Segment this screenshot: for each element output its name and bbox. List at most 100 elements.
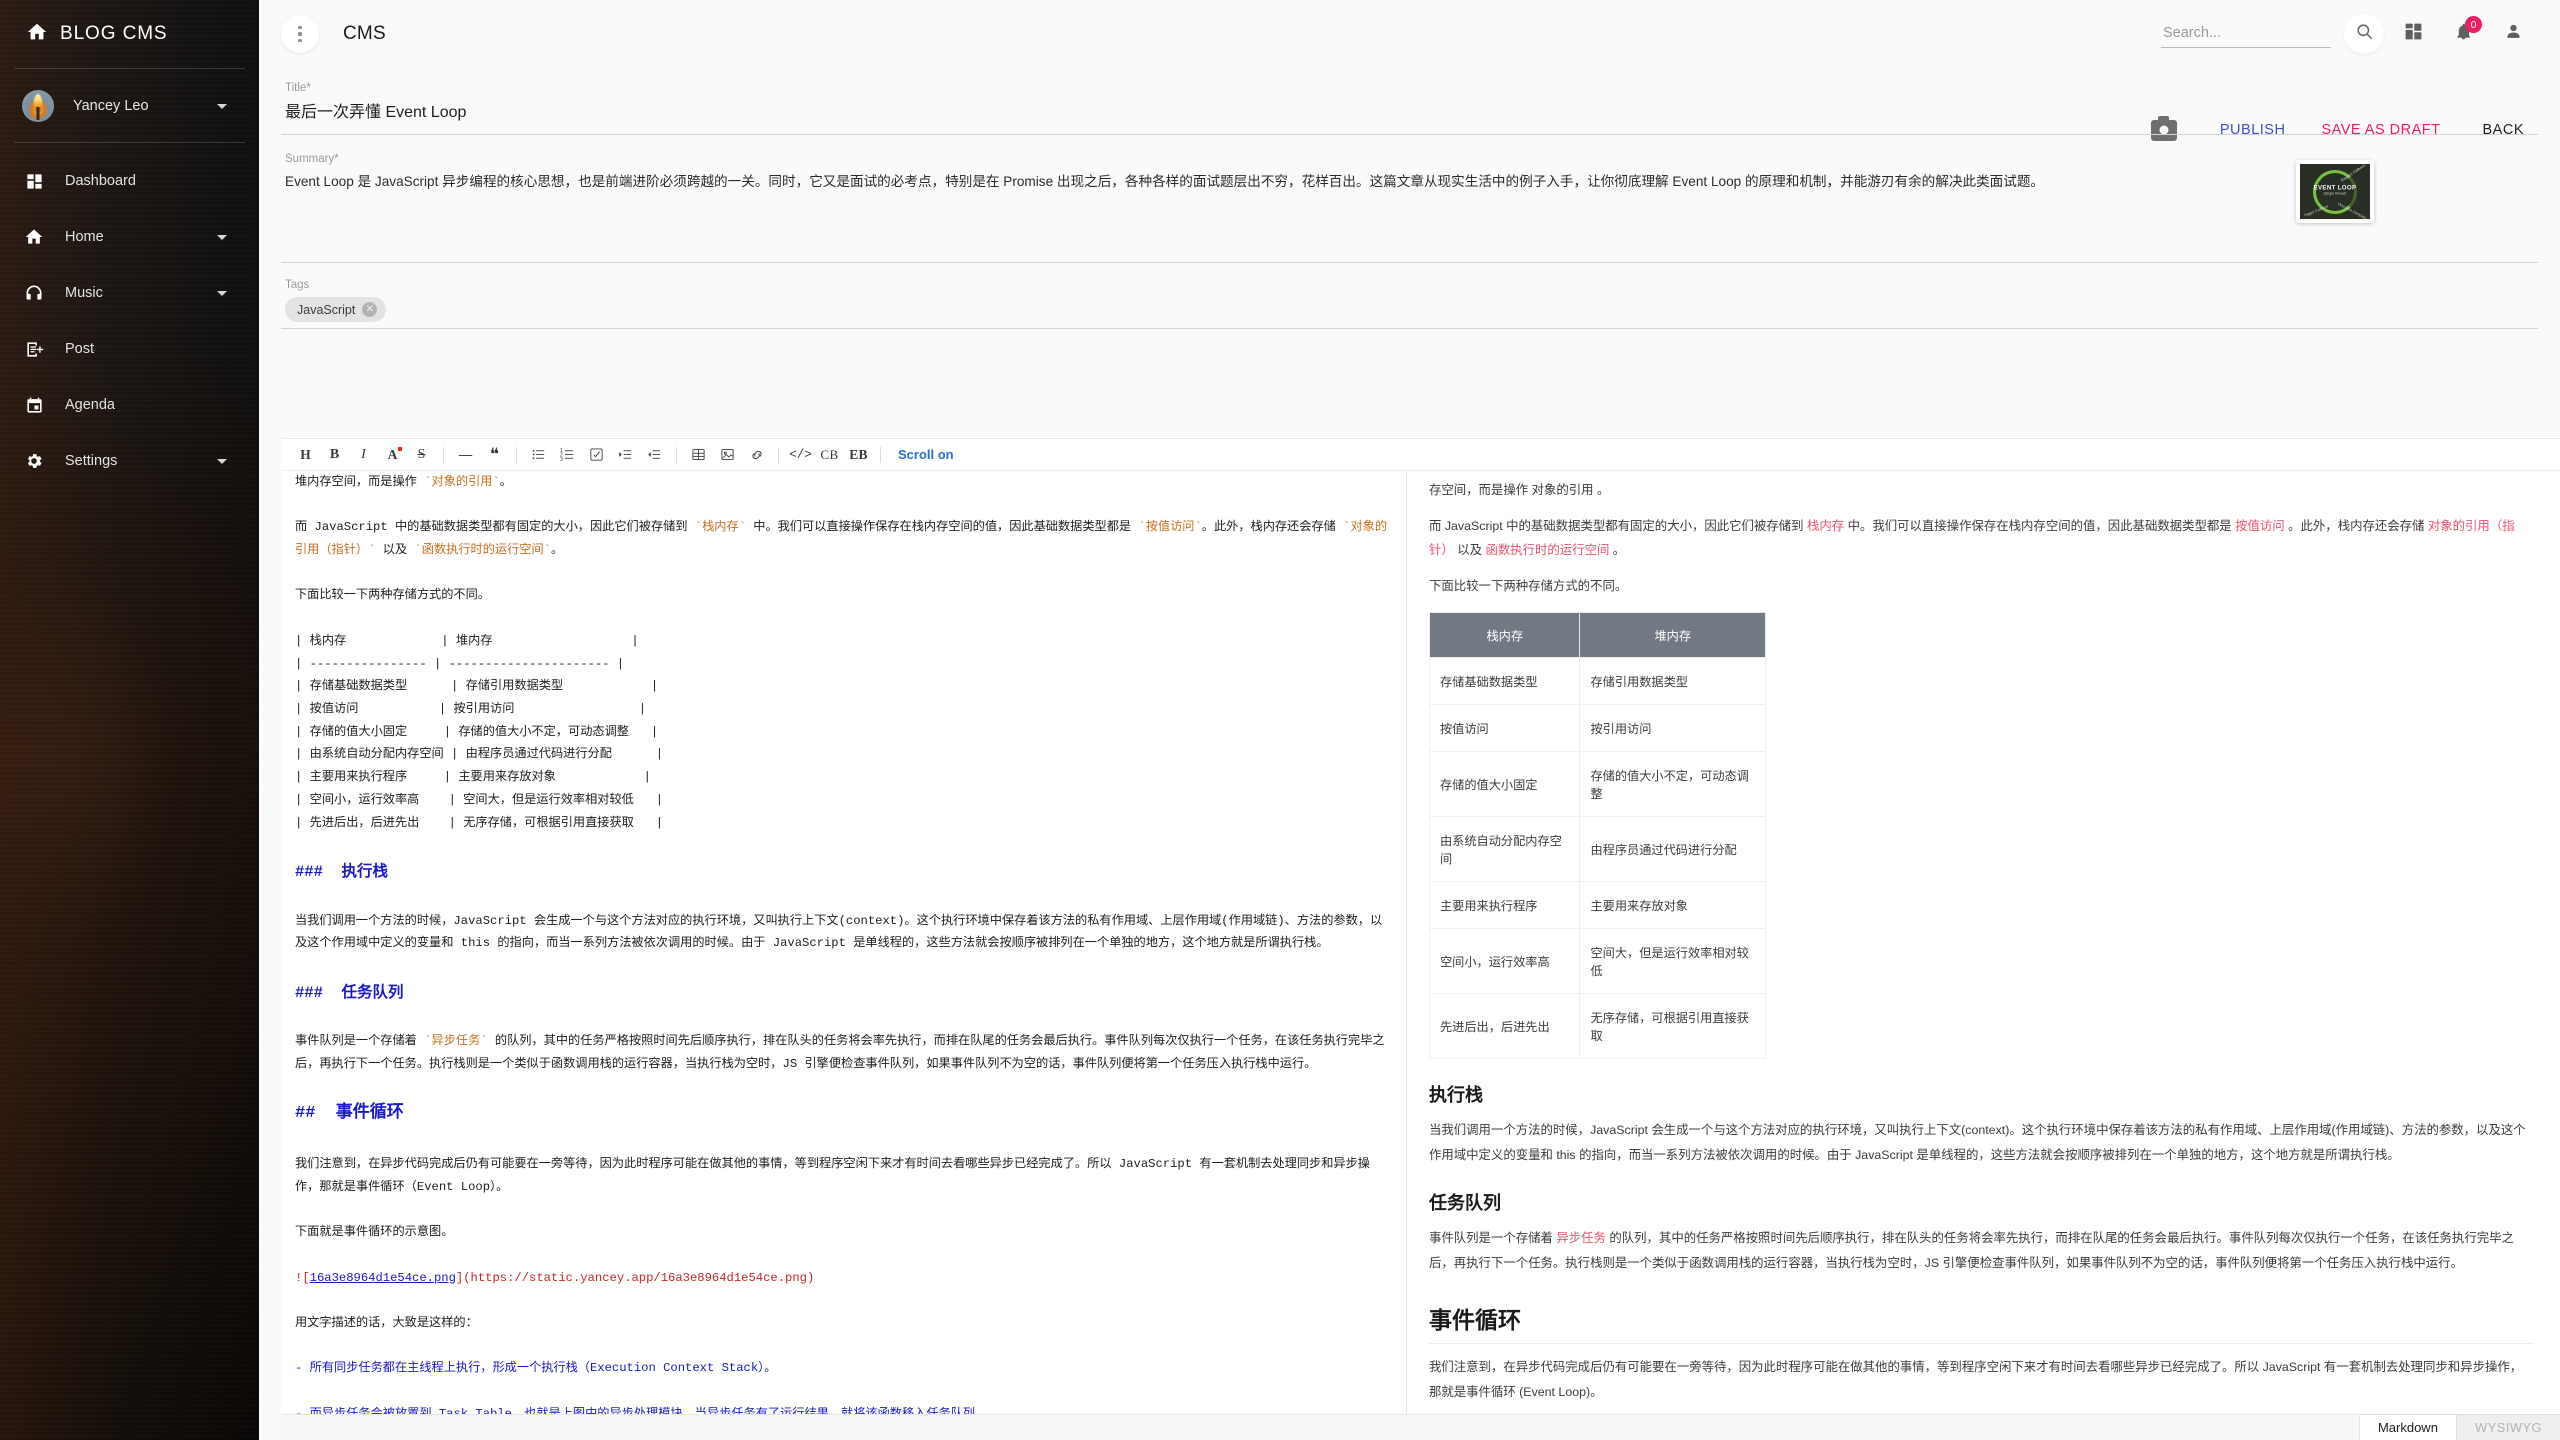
- inline-code: 栈内存: [1807, 519, 1844, 533]
- page-title: CMS: [343, 23, 386, 45]
- home-icon: [26, 21, 48, 48]
- notifications-button[interactable]: 0: [2442, 13, 2484, 55]
- editor-mode-tabs: Markdown WYSIWYG: [2359, 1414, 2560, 1440]
- markdown-line: [295, 887, 1394, 910]
- sidebar-item-dashboard[interactable]: Dashboard: [0, 153, 259, 209]
- code-block-button[interactable]: CB: [815, 442, 844, 468]
- sidebar-brand[interactable]: BLOG CMS: [0, 0, 259, 68]
- quote-button[interactable]: ❝: [480, 442, 509, 468]
- table-cell: 由系统自动分配内存空间: [1430, 817, 1580, 882]
- markdown-line: | ---------------- | -------------------…: [295, 653, 1394, 676]
- markdown-line: 当我们调用一个方法的时候，JavaScript 会生成一个与这个方法对应的执行环…: [295, 910, 1394, 955]
- markdown-line: | 由系统自动分配内存空间 | 由程序员通过代码进行分配 |: [295, 743, 1394, 766]
- sidebar-nav: Dashboard Home Music Post: [0, 143, 259, 489]
- preview-pane[interactable]: JavaScript 中引用类型值的大小是不固定的，因此它们会被存储到 `堆内存…: [1407, 471, 2560, 1440]
- toolbar-divider: [443, 447, 444, 463]
- sidebar-item-agenda[interactable]: Agenda: [0, 377, 259, 433]
- preview-heading-event-loop: 事件循环: [1429, 1301, 2534, 1344]
- user-name: Yancey Leo: [73, 98, 149, 114]
- table-row: 空间小，运行效率高空间大，但是运行效率相对较低: [1430, 929, 1766, 994]
- table-cell: 空间大，但是运行效率相对较低: [1580, 929, 1766, 994]
- topbar-right-group: 0: [2161, 13, 2560, 55]
- sidebar-item-music[interactable]: Music: [0, 265, 259, 321]
- table-cell: 空间小，运行效率高: [1430, 929, 1580, 994]
- indent-button[interactable]: [611, 442, 640, 468]
- svg-text:3: 3: [560, 457, 563, 462]
- embed-block-button[interactable]: EB: [844, 442, 873, 468]
- markdown-source-content: 堆内存空间，而是操作 `对象的引用`。而 JavaScript 中的基础数据类型…: [281, 471, 1406, 1440]
- tag-label: JavaScript: [297, 303, 355, 317]
- outdent-button[interactable]: [640, 442, 669, 468]
- unordered-list-button[interactable]: [524, 442, 553, 468]
- preview-paragraph: 当我们调用一个方法的时候，JavaScript 会生成一个与这个方法对应的执行环…: [1429, 1118, 2534, 1167]
- table-row: 按值访问按引用访问: [1430, 705, 1766, 752]
- image-button[interactable]: [713, 442, 742, 468]
- chevron-down-icon[interactable]: [217, 235, 227, 240]
- chevron-down-icon[interactable]: [217, 104, 227, 109]
- dashboard-icon: [22, 169, 46, 193]
- markdown-line: [295, 1335, 1394, 1358]
- strikethrough-button[interactable]: S: [407, 442, 436, 468]
- link-button[interactable]: [742, 442, 771, 468]
- markdown-line: | 存储基础数据类型 | 存储引用数据类型 |: [295, 675, 1394, 698]
- table-button[interactable]: [684, 442, 713, 468]
- chevron-down-icon[interactable]: [217, 459, 227, 464]
- table-cell: 存储的值大小固定: [1430, 752, 1580, 817]
- account-button[interactable]: [2492, 13, 2534, 55]
- markdown-line: | 先进后出，后进先出 | 无序存储，可根据引用直接获取 |: [295, 812, 1394, 835]
- summary-input[interactable]: Event Loop 是 JavaScript 异步编程的核心思想，也是前端进阶…: [281, 167, 2538, 263]
- markdown-line: - 所有同步任务都在主线程上执行，形成一个执行栈（Execution Conte…: [295, 1357, 1394, 1380]
- markdown-line: [295, 494, 1394, 517]
- table-row: 存储的值大小固定存储的值大小不定，可动态调整: [1430, 752, 1766, 817]
- preview-table: 栈内存堆内存 存储基础数据类型存储引用数据类型按值访问按引用访问存储的值大小固定…: [1429, 612, 1766, 1059]
- sidebar-item-label: Dashboard: [65, 173, 136, 189]
- toolbar-divider: [778, 447, 779, 463]
- table-row: 先进后出，后进先出无序存储，可根据引用直接获取: [1430, 994, 1766, 1059]
- gear-icon: [22, 449, 46, 473]
- search-button[interactable]: [2344, 14, 2384, 54]
- italic-button[interactable]: I: [349, 442, 378, 468]
- tab-wysiwyg[interactable]: WYSIWYG: [2456, 1414, 2560, 1440]
- markdown-line: [295, 1076, 1394, 1099]
- code-button[interactable]: </>: [786, 442, 815, 468]
- markdown-line: [295, 1199, 1394, 1222]
- search-input[interactable]: [2161, 21, 2331, 48]
- title-input[interactable]: 最后一次弄懂 Event Loop: [281, 96, 2538, 135]
- close-icon[interactable]: ✕: [362, 302, 377, 317]
- markdown-line: ## 事件循环: [295, 1098, 1394, 1130]
- sidebar-item-home[interactable]: Home: [0, 209, 259, 265]
- task-list-button[interactable]: [582, 442, 611, 468]
- bold-button[interactable]: B: [320, 442, 349, 468]
- markdown-line: ![16a3e8964d1e54ce.png](https://static.y…: [295, 1267, 1394, 1290]
- heading-button[interactable]: H: [291, 442, 320, 468]
- table-cell: 存储基础数据类型: [1430, 658, 1580, 705]
- tab-markdown[interactable]: Markdown: [2359, 1414, 2456, 1440]
- markdown-source-pane[interactable]: 堆内存空间，而是操作 `对象的引用`。而 JavaScript 中的基础数据类型…: [281, 471, 1407, 1440]
- tags-input[interactable]: JavaScript ✕: [281, 293, 2538, 329]
- sidebar-item-label: Post: [65, 341, 94, 357]
- table-cell: 按值访问: [1430, 705, 1580, 752]
- sidebar-item-post[interactable]: Post: [0, 321, 259, 377]
- sidebar-item-settings[interactable]: Settings: [0, 433, 259, 489]
- home-icon: [22, 225, 46, 249]
- markdown-line: | 空间小，运行效率高 | 空间大，但是运行效率相对较低 |: [295, 789, 1394, 812]
- more-options-button[interactable]: [281, 15, 319, 53]
- inline-code: 函数执行时的运行空间: [1485, 543, 1609, 557]
- scroll-sync-button[interactable]: Scroll on: [888, 442, 964, 468]
- table-cell: 主要用来执行程序: [1430, 882, 1580, 929]
- ordered-list-button[interactable]: 123: [553, 442, 582, 468]
- table-header-row: 栈内存堆内存: [1430, 613, 1766, 658]
- search-group: [2161, 14, 2384, 54]
- table-header-cell: 栈内存: [1430, 613, 1580, 658]
- chevron-down-icon[interactable]: [217, 291, 227, 296]
- table-row: 主要用来执行程序主要用来存放对象: [1430, 882, 1766, 929]
- table-row: 由系统自动分配内存空间由程序员通过代码进行分配: [1430, 817, 1766, 882]
- horizontal-rule-button[interactable]: —: [451, 442, 480, 468]
- text-color-button[interactable]: A: [378, 442, 407, 468]
- preview-paragraph: 下面比较一下两种存储方式的不同。: [1429, 574, 2534, 599]
- markdown-line: [295, 955, 1394, 978]
- sidebar-user-row[interactable]: Yancey Leo: [0, 69, 259, 142]
- preview-paragraph: 存空间，而是操作 对象的引用 。: [1429, 478, 2534, 503]
- apps-button[interactable]: [2392, 13, 2434, 55]
- toolbar-divider: [516, 447, 517, 463]
